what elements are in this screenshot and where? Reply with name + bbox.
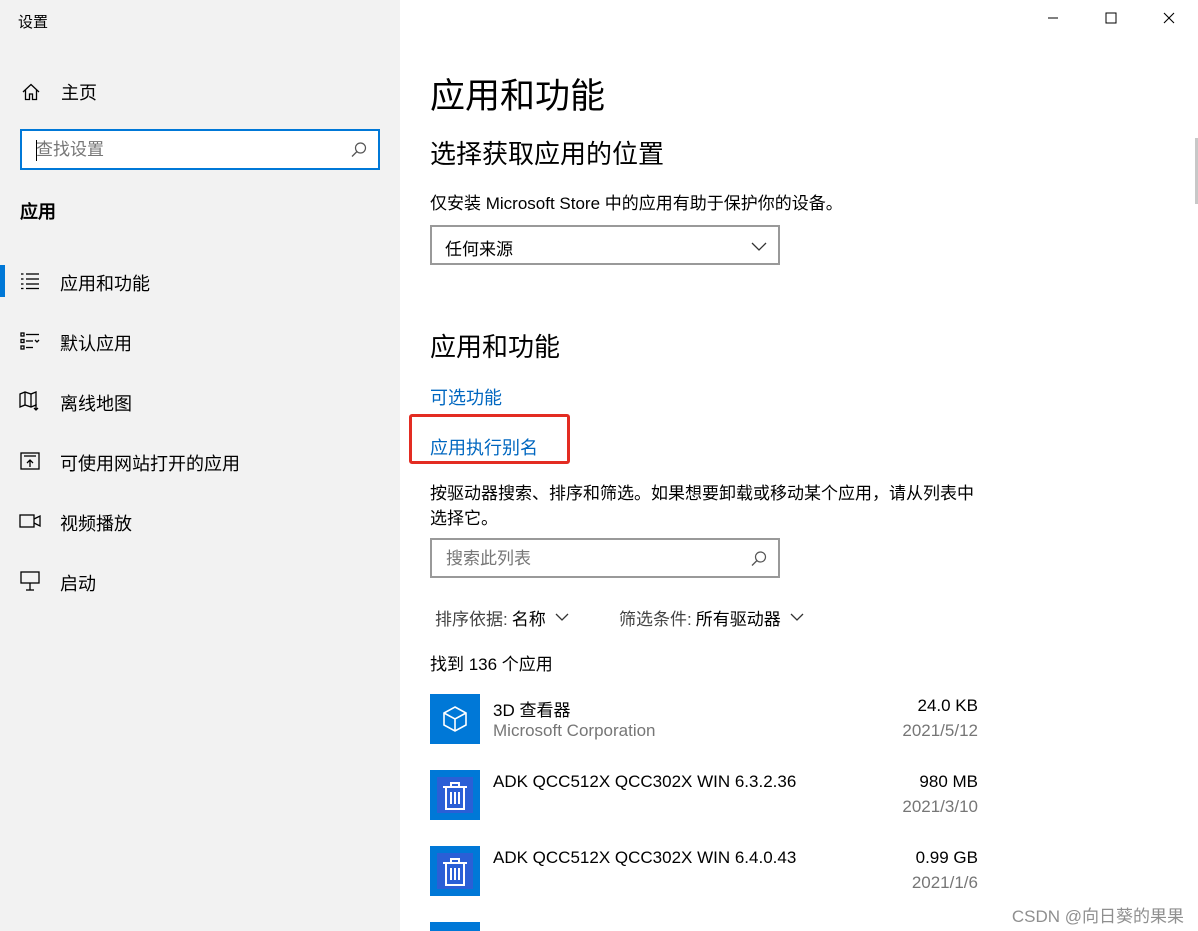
installer-icon [430,846,480,896]
sidebar-item-label: 应用和功能 [60,274,150,294]
sidebar-item-apps-features[interactable]: 应用和功能 [0,261,400,301]
window-title: 设置 [18,14,49,31]
sidebar: 设置 主页 应用 应用和功能 默认应用 离线地图 [0,0,400,931]
default-apps-icon [19,331,41,351]
selection-indicator [0,265,5,297]
settings-search-box[interactable] [20,129,380,170]
video-playback-icon [19,511,41,531]
chevron-down-icon [554,609,570,625]
app-size: 980 MB [919,772,978,791]
app-name: ADK QCC512X QCC302X WIN 6.4.0.43 [493,848,797,867]
apps-description-line: 按驱动器搜索、排序和筛选。如果想要卸载或移动某个应用，请从列表中 [430,484,974,503]
sidebar-item-video-playback[interactable]: 视频播放 [0,501,400,541]
sort-by-dropdown[interactable]: 排序依据: 名称 [435,604,570,630]
apps-description-line: 选择它。 [430,509,498,528]
sidebar-item-label: 视频播放 [60,514,132,534]
app-size: 0.99 GB [915,848,978,867]
home-nav-item[interactable]: 主页 [20,79,97,105]
optional-features-link[interactable]: 可选功能 [430,384,502,410]
app-execution-aliases-link[interactable]: 应用执行别名 [430,434,538,460]
app-date: 2021/5/12 [902,721,978,740]
sort-label: 排序依据: [435,609,508,629]
app-list-item[interactable]: ADK QCC512X QCC302X WIN 6.3.2.36 980 MB … [430,770,980,830]
sidebar-item-startup[interactable]: 启动 [0,561,400,601]
apps-for-websites-icon [19,451,41,471]
main-content: 应用和功能 选择获取应用的位置 仅安装 Microsoft Store 中的应用… [400,0,1198,931]
sidebar-item-label: 默认应用 [60,334,132,354]
app-date: 2021/1/6 [911,873,978,892]
app-list-item[interactable]: 3D 查看器 Microsoft Corporation 24.0 KB 202… [430,694,980,754]
search-icon[interactable] [349,140,369,160]
app-size: 24.0 KB [917,696,979,715]
watermark: CSDN @向日葵的果果 [1011,907,1184,926]
source-description: 仅安装 Microsoft Store 中的应用有助于保护你的设备。 [430,194,843,213]
search-icon[interactable] [749,549,769,569]
section-label: 应用 [20,202,56,222]
sidebar-item-label: 离线地图 [60,394,132,414]
sidebar-item-label: 启动 [60,574,96,594]
sort-value: 名称 [511,609,546,629]
apps-description: 按驱动器搜索、排序和筛选。如果想要卸载或移动某个应用，请从列表中 选择它。 [430,481,974,531]
offline-maps-icon [19,391,41,411]
app-source-dropdown[interactable]: 任何来源 [430,225,780,265]
sidebar-item-apps-for-websites[interactable]: 可使用网站打开的应用 [0,441,400,481]
sidebar-item-label: 可使用网站打开的应用 [60,454,240,474]
installer-icon [430,770,480,820]
settings-search-input[interactable] [36,139,336,161]
filter-value: 所有驱动器 [695,609,781,629]
app-list-search-box[interactable] [430,538,780,578]
app-list-item[interactable]: ADK QCC512X QCC302X WIN 6.4.0.43 0.99 GB… [430,846,980,906]
app-count: 找到 136 个应用 [430,655,553,674]
app-name: ADK QCC512X QCC302X WIN 6.3.2.36 [493,772,797,791]
startup-icon [19,571,41,591]
sidebar-item-offline-maps[interactable]: 离线地图 [0,381,400,421]
app-date: 2021/3/10 [902,797,978,816]
page-title: 应用和功能 [430,77,606,116]
app-name: 3D 查看器 [493,701,571,720]
home-label: 主页 [61,83,97,103]
sidebar-item-default-apps[interactable]: 默认应用 [0,321,400,361]
app-publisher: Microsoft Corporation [493,721,656,740]
app-list-search-input[interactable] [446,548,736,570]
filter-dropdown[interactable]: 筛选条件: 所有驱动器 [619,604,805,630]
apps-features-icon [19,271,41,291]
text-cursor [36,140,37,161]
3d-viewer-icon [430,694,480,744]
apps-section-heading: 应用和功能 [430,332,561,362]
app-list-item-partial[interactable] [430,922,980,931]
chevron-down-icon [789,609,805,625]
dropdown-value: 任何来源 [445,240,513,259]
source-section-heading: 选择获取应用的位置 [430,139,665,169]
chevron-down-icon [750,237,768,255]
filter-label: 筛选条件: [619,609,692,629]
installer-icon [430,922,480,931]
home-icon [20,81,42,103]
